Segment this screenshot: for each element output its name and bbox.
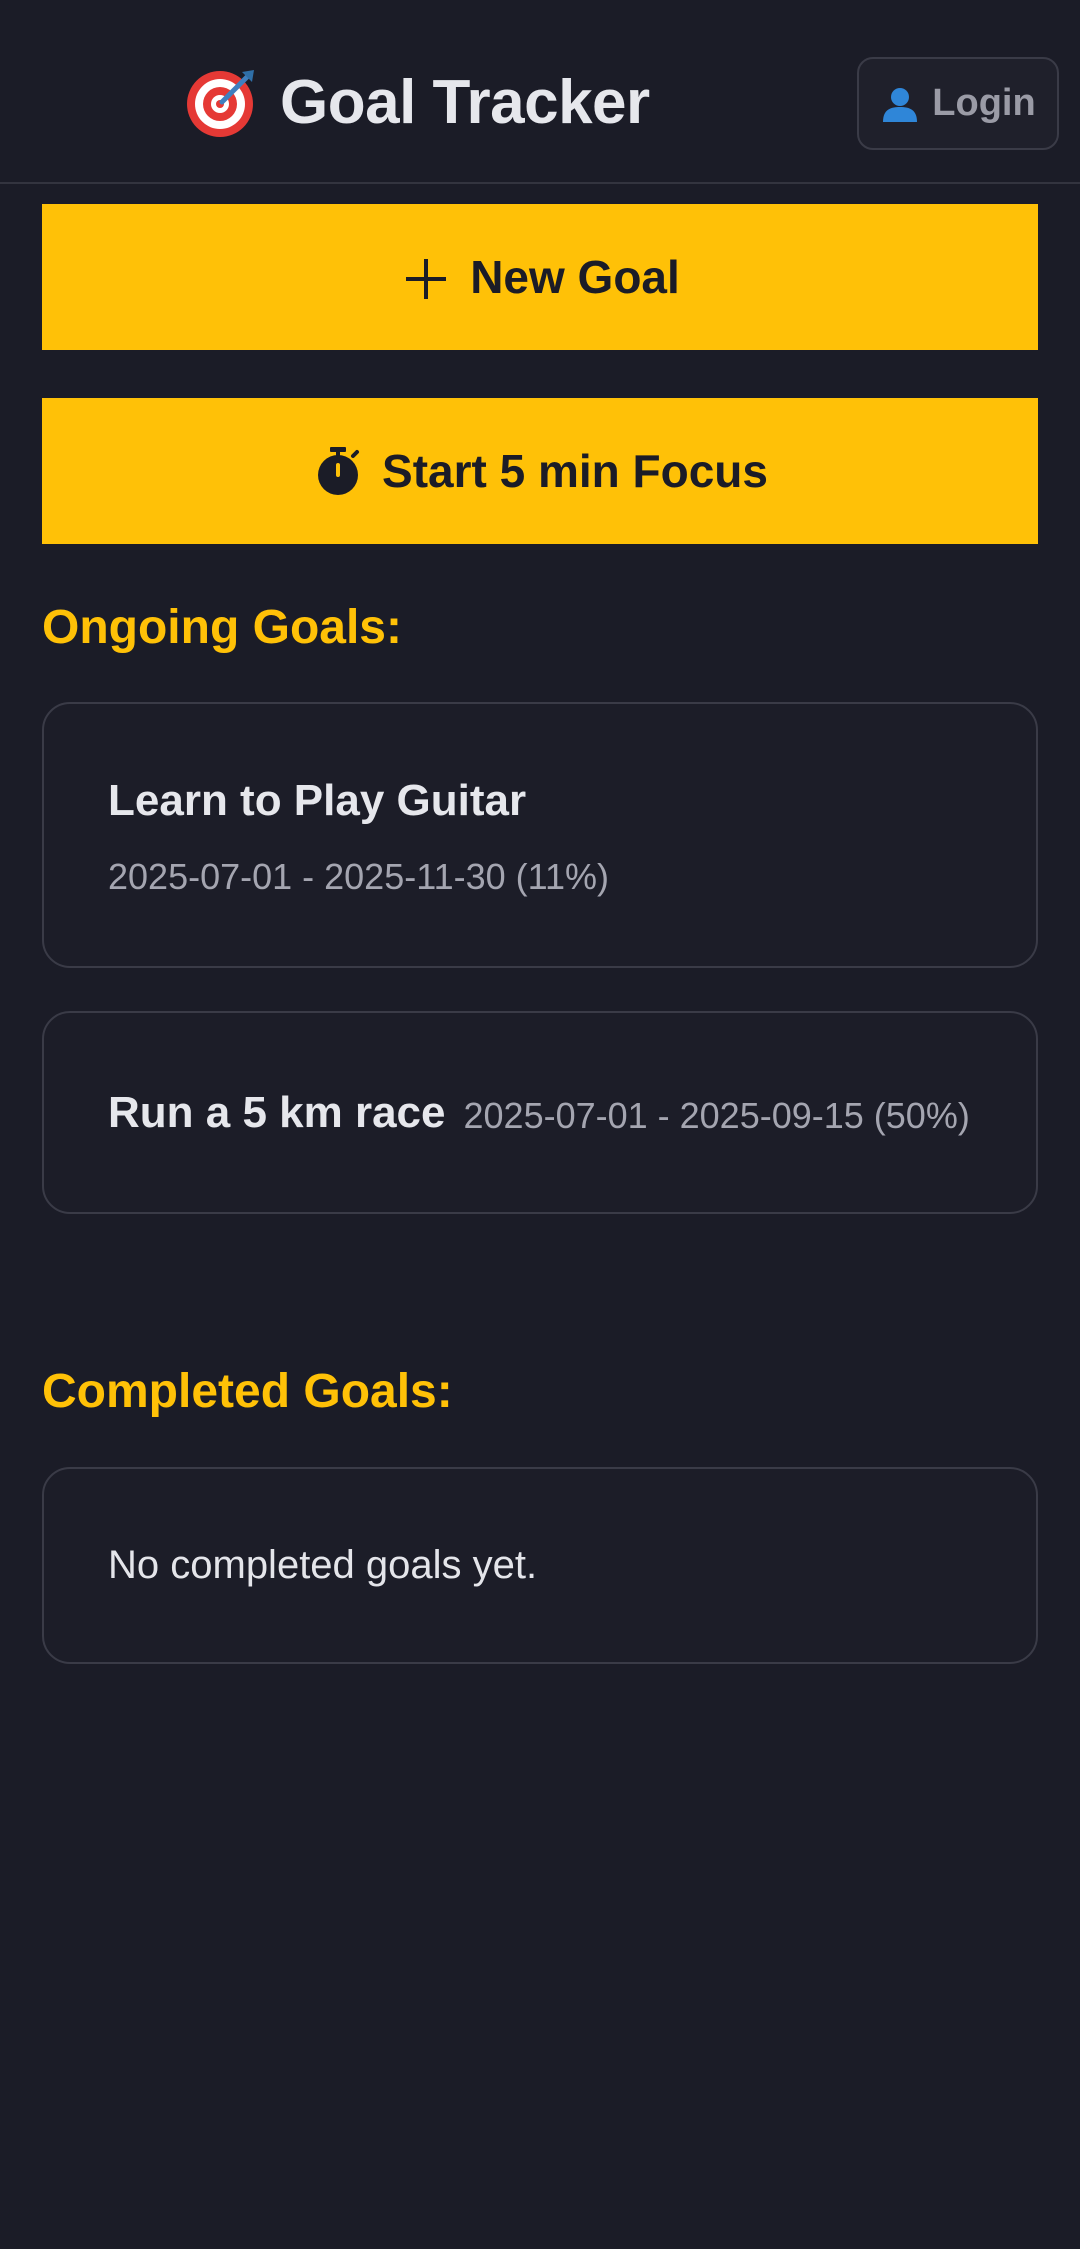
app-title: Goal Tracker [184, 62, 650, 142]
goal-card[interactable]: Run a 5 km race 2025-07-01 - 2025-09-15 … [42, 1011, 1038, 1214]
goal-name: Run a 5 km race [108, 1087, 446, 1137]
user-icon [883, 87, 918, 122]
goal-name: Learn to Play Guitar [108, 776, 527, 825]
start-focus-button[interactable]: Start 5 min Focus [42, 398, 1038, 544]
app-title-text: Goal Tracker [280, 67, 650, 137]
login-button[interactable]: Login [857, 57, 1059, 150]
new-goal-label: New Goal [470, 251, 680, 303]
completed-goals-card: No completed goals yet. [42, 1467, 1038, 1664]
focus-label: Start 5 min Focus [382, 445, 768, 497]
goal-dates: 2025-07-01 - 2025-09-15 (50%) [463, 1094, 970, 1136]
goal-card[interactable]: Learn to Play Guitar 2025-07-01 - 2025-1… [42, 702, 1038, 968]
new-goal-button[interactable]: New Goal [42, 204, 1038, 350]
goal-dates: 2025-07-01 - 2025-11-30 (11%) [108, 856, 609, 897]
ongoing-goals-heading: Ongoing Goals: [42, 601, 402, 654]
completed-goals-heading: Completed Goals: [42, 1365, 453, 1418]
stopwatch-icon [318, 447, 360, 495]
app-header: Goal Tracker Login [0, 0, 1080, 184]
empty-state-text: No completed goals yet. [108, 1543, 538, 1587]
target-icon [187, 70, 254, 137]
login-label: Login [932, 82, 1036, 124]
plus-icon [406, 259, 447, 299]
